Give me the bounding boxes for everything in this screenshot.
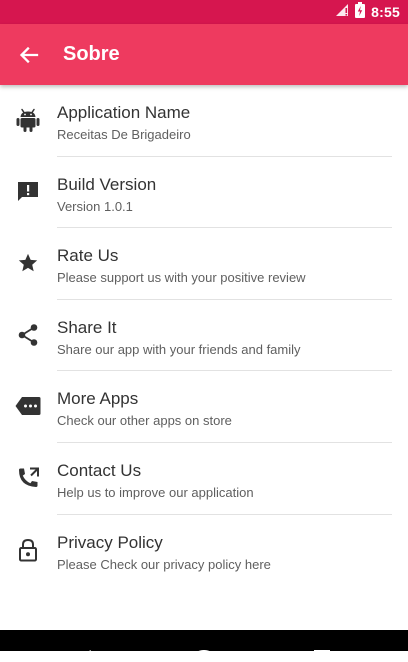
more-apps-icon: [15, 393, 41, 419]
status-time: 8:55: [371, 4, 400, 20]
signal-icon: [335, 3, 349, 22]
app-bar: Sobre: [0, 24, 408, 85]
item-subtitle: Check our other apps on store: [57, 413, 232, 429]
battery-charging-icon: [355, 1, 366, 23]
item-title: Contact Us: [57, 460, 142, 480]
item-subtitle: Please support us with your positive rev…: [57, 270, 306, 286]
list-item-share-it[interactable]: Share It Share our app with your friends…: [0, 300, 408, 372]
list-item-application-name[interactable]: Application Name Receitas De Brigadeiro: [0, 85, 408, 157]
phone-forward-icon: [15, 465, 41, 491]
lock-icon: [15, 537, 41, 563]
item-title: Share It: [57, 317, 117, 337]
list-item-more-apps[interactable]: More Apps Check our other apps on store: [0, 371, 408, 443]
item-subtitle: Share our app with your friends and fami…: [57, 341, 301, 357]
star-icon: [15, 250, 41, 276]
list-item-build-version[interactable]: Build Version Version 1.0.1: [0, 157, 408, 229]
item-title: Application Name: [57, 103, 191, 122]
back-button[interactable]: [14, 40, 44, 70]
android-icon: [15, 107, 41, 133]
item-title: Build Version: [57, 174, 157, 194]
status-bar: 8:55: [0, 0, 408, 24]
item-subtitle: Version 1.0.1: [57, 198, 133, 214]
item-subtitle: Help us to improve our application: [57, 484, 254, 500]
list-item-privacy-policy[interactable]: Privacy Policy Please Check our privacy …: [0, 515, 408, 587]
navigation-bar: [0, 630, 408, 658]
page-title: Sobre: [63, 43, 120, 65]
nav-recents-icon[interactable]: [314, 644, 330, 662]
list-item-contact-us[interactable]: Contact Us Help us to improve our applic…: [0, 443, 408, 515]
share-icon: [15, 322, 41, 348]
item-title: Rate Us: [57, 246, 119, 266]
item-title: Privacy Policy: [57, 532, 163, 552]
item-subtitle: Please Check our privacy policy here: [57, 556, 271, 572]
item-subtitle: Receitas De Brigadeiro: [57, 127, 191, 142]
nav-home-icon[interactable]: [194, 644, 214, 662]
item-title: More Apps: [57, 389, 139, 409]
arrow-back-icon: [19, 46, 39, 64]
feedback-icon: [15, 179, 41, 205]
list-item-rate-us[interactable]: Rate Us Please support us with your posi…: [0, 228, 408, 300]
nav-back-icon[interactable]: [78, 644, 94, 662]
status-icons: 8:55: [335, 0, 400, 24]
about-list: Application Name Receitas De Brigadeiro …: [0, 85, 408, 586]
